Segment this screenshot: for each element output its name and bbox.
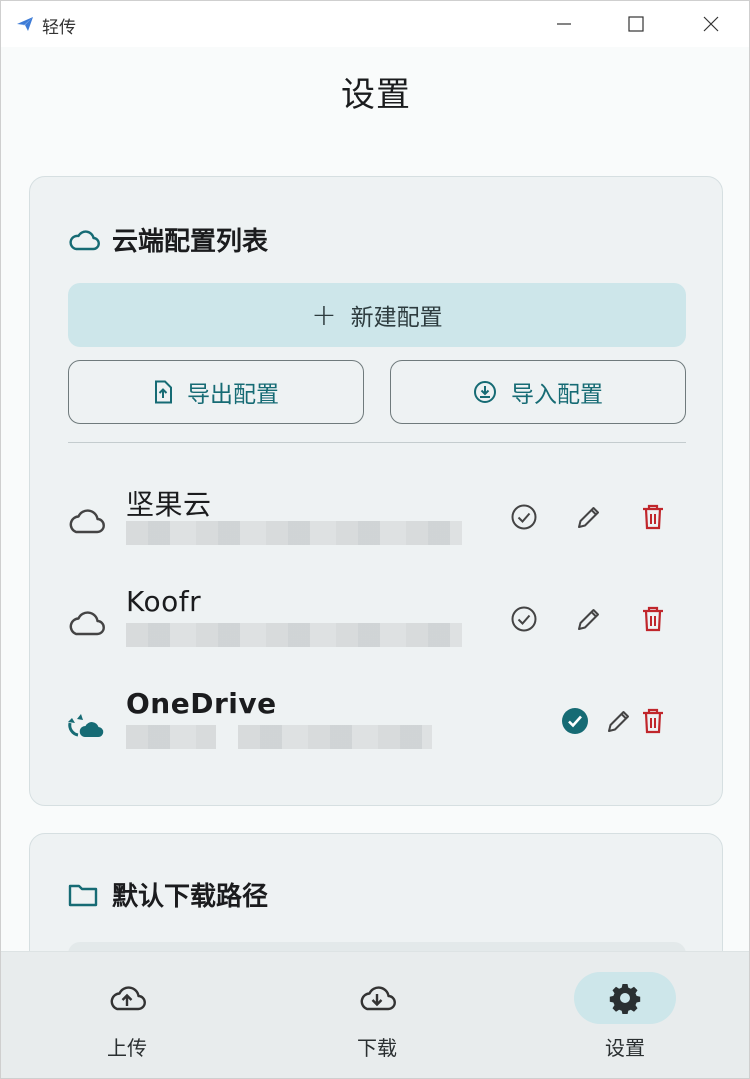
edit-button[interactable] (569, 497, 609, 537)
cloud-sync-icon (64, 705, 108, 745)
maximize-button[interactable] (606, 1, 666, 47)
cloud-outline-icon (64, 501, 108, 541)
cloud-download-icon (360, 986, 396, 1011)
cloud-config-header: 云端配置列表 (68, 221, 268, 258)
delete-button[interactable] (633, 497, 673, 537)
nav-download[interactable]: 下载 (317, 952, 437, 1078)
check-circle-outline-icon (511, 606, 537, 632)
trash-icon (643, 504, 663, 530)
import-config-button[interactable]: 导入配置 (390, 360, 686, 424)
check-circle-outline-icon (511, 504, 537, 530)
cloud-upload-icon (110, 986, 146, 1011)
window-title: 轻传 (42, 18, 76, 38)
app-window: 轻传 设置 云端配置列表 + 新建配置 导出配置 导入配置 坚果云 Koofr … (0, 0, 750, 1079)
minimize-icon (557, 23, 571, 25)
nav-download-pill (326, 972, 428, 1024)
cloud-config-title: 云端配置列表 (112, 227, 269, 257)
nav-download-label: 下载 (357, 1036, 397, 1060)
new-config-label: 新建配置 (350, 305, 443, 331)
close-button[interactable] (681, 1, 741, 47)
nav-settings-pill (574, 972, 676, 1024)
config-name: OneDrive (126, 687, 277, 720)
pencil-icon (608, 711, 629, 732)
set-active-button[interactable] (504, 497, 544, 537)
config-name: 坚果云 (126, 488, 212, 521)
close-icon (703, 16, 719, 32)
maximize-icon (628, 16, 644, 32)
import-config-label: 导入配置 (511, 382, 603, 408)
config-detail-redacted (126, 725, 432, 751)
app-logo-icon (17, 17, 33, 31)
minimize-button[interactable] (534, 1, 594, 47)
folder-icon (68, 879, 100, 911)
nav-settings-label: 设置 (605, 1036, 645, 1060)
config-detail-redacted (126, 623, 462, 649)
page-title: 设置 (341, 75, 411, 115)
config-detail-redacted (126, 521, 462, 547)
trash-icon (643, 708, 663, 734)
plus-icon: + (311, 297, 337, 333)
set-active-button[interactable] (504, 599, 544, 639)
cloud-outline-icon (64, 603, 108, 643)
export-config-button[interactable]: 导出配置 (68, 360, 364, 424)
nav-upload[interactable]: 上传 (67, 952, 187, 1078)
nav-settings[interactable]: 设置 (565, 952, 685, 1078)
delete-button[interactable] (633, 701, 673, 741)
trash-icon (643, 606, 663, 632)
cloud-config-card: 云端配置列表 + 新建配置 导出配置 导入配置 坚果云 Koofr OneDri… (29, 176, 723, 806)
pencil-icon (578, 507, 599, 528)
check-circle-filled-icon (562, 708, 588, 734)
file-upload-icon (155, 380, 172, 404)
active-indicator[interactable] (555, 701, 595, 741)
new-config-button[interactable]: + 新建配置 (68, 283, 686, 347)
export-config-label: 导出配置 (187, 382, 279, 408)
download-circle-icon (474, 381, 496, 403)
bottom-navigation: 上传 下载 设置 (1, 951, 749, 1078)
nav-upload-label: 上传 (107, 1036, 147, 1060)
edit-button[interactable] (569, 599, 609, 639)
gear-icon (609, 984, 641, 1014)
title-bar: 轻传 (1, 1, 749, 47)
config-item-onedrive[interactable]: OneDrive (64, 685, 694, 775)
download-path-title: 默认下载路径 (112, 882, 269, 912)
download-path-header: 默认下载路径 (68, 876, 268, 913)
cloud-icon (68, 224, 100, 256)
pencil-icon (578, 609, 599, 630)
config-name: Koofr (126, 585, 202, 618)
config-item-jianguoyun[interactable]: 坚果云 (64, 481, 694, 571)
nav-upload-pill (76, 972, 178, 1024)
divider (68, 442, 686, 443)
delete-button[interactable] (633, 599, 673, 639)
config-item-koofr[interactable]: Koofr (64, 583, 694, 673)
